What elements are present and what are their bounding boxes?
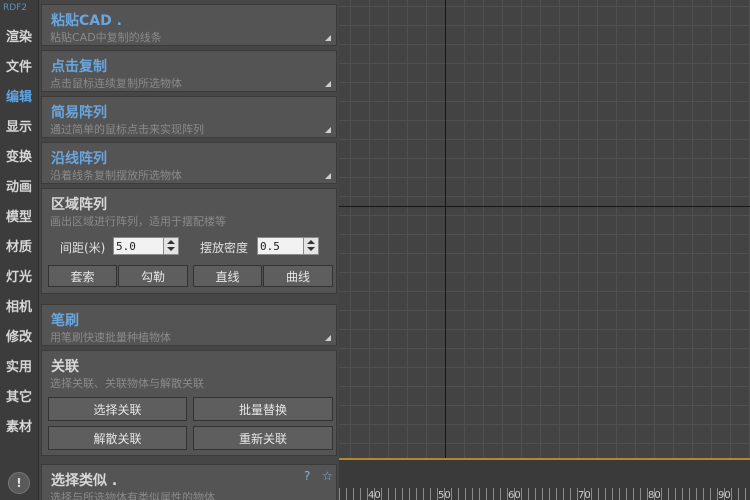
help-icon[interactable]: ? (304, 469, 310, 483)
lasso-button[interactable]: 套索 (48, 265, 117, 287)
outline-button[interactable]: 勾勒 (118, 265, 188, 287)
spacing-input[interactable] (116, 239, 156, 253)
tab-render[interactable]: 渲染 (0, 24, 38, 52)
timeline-ruler[interactable]: 40 50 60 70 80 90 (339, 460, 750, 500)
section-desc: 通过简单的鼠标点击来实现阵列 (50, 123, 204, 136)
section-link: 关联 选择关联、关联物体与解散关联 选择关联 批量替换 解散关联 重新关联 (41, 350, 337, 456)
tab-light[interactable]: 灯光 (0, 264, 38, 292)
tab-modify[interactable]: 修改 (0, 324, 38, 352)
tab-transform[interactable]: 变换 (0, 144, 38, 172)
tab-file[interactable]: 文件 (0, 54, 38, 82)
spacing-spinner[interactable] (113, 237, 179, 255)
density-spinner[interactable] (257, 237, 319, 255)
section-area-array: 区域阵列 画出区域进行阵列，适用于摆配楼等 间距(米) 摆放密度 套索 勾勒 直… (41, 188, 337, 294)
spinner-arrows[interactable] (303, 238, 318, 254)
tab-edit[interactable]: 编辑 (0, 84, 38, 112)
section-desc: 沿着线条复制摆放所选物体 (50, 169, 182, 182)
expand-corner-icon[interactable] (325, 81, 331, 87)
section-desc: 画出区域进行阵列，适用于摆配楼等 (50, 215, 226, 228)
tool-panel: 粘贴CAD . 粘贴CAD中复制的线条 点击复制 点击鼠标连续复制所选物体 简易… (39, 0, 339, 500)
spinner-arrows[interactable] (163, 238, 178, 254)
density-label: 摆放密度 (200, 241, 249, 255)
section-title: 点击复制 (51, 59, 107, 75)
section-desc: 选择关联、关联物体与解散关联 (50, 377, 204, 390)
tab-animation[interactable]: 动画 (0, 174, 38, 202)
tab-material[interactable]: 材质 (0, 234, 38, 262)
section-click-copy[interactable]: 点击复制 点击鼠标连续复制所选物体 (41, 50, 337, 92)
section-desc: 选择与所选物体有类似属性的物体 (50, 491, 215, 500)
section-title: 笔刷 (51, 313, 79, 329)
curve-button[interactable]: 曲线 (263, 265, 333, 287)
section-path-array[interactable]: 沿线阵列 沿着线条复制摆放所选物体 (41, 142, 337, 184)
timeline-label: 80 (648, 490, 661, 500)
section-title: 区域阵列 (51, 197, 107, 213)
line-button[interactable]: 直线 (193, 265, 262, 287)
viewport-axis-vertical (445, 0, 446, 458)
expand-corner-icon[interactable] (325, 335, 331, 341)
section-select-similar[interactable]: 选择类似 . 选择与所选物体有类似属性的物体 ? ☆ (41, 464, 337, 500)
timeline-ticks (339, 488, 750, 500)
brand-label: RDF2 (3, 3, 28, 13)
star-icon[interactable]: ☆ (322, 469, 333, 483)
spin-down-icon[interactable] (307, 247, 315, 251)
section-title: 选择类似 . (51, 473, 118, 489)
section-brush[interactable]: 笔刷 用笔刷快速批量种植物体 (41, 304, 337, 346)
timeline-label: 90 (718, 490, 731, 500)
expand-corner-icon[interactable] (325, 35, 331, 41)
spacing-label: 间距(米) (60, 241, 106, 255)
density-input[interactable] (260, 239, 300, 253)
batch-replace-button[interactable]: 批量替换 (193, 397, 333, 421)
tab-assets[interactable]: 素材 (0, 414, 38, 442)
section-desc: 粘贴CAD中复制的线条 (50, 31, 162, 44)
tab-display[interactable]: 显示 (0, 114, 38, 142)
section-title: 关联 (51, 359, 79, 375)
timeline-label: 70 (578, 490, 591, 500)
section-paste-cad[interactable]: 粘贴CAD . 粘贴CAD中复制的线条 (41, 4, 337, 46)
timeline-label: 40 (368, 490, 381, 500)
section-title: 沿线阵列 (51, 151, 107, 167)
viewport-axis-horizontal (339, 206, 750, 207)
select-linked-button[interactable]: 选择关联 (48, 397, 187, 421)
section-simple-array[interactable]: 简易阵列 通过简单的鼠标点击来实现阵列 (41, 96, 337, 138)
timeline-label: 50 (438, 490, 451, 500)
viewport-grid[interactable] (339, 0, 750, 458)
relink-button[interactable]: 重新关联 (193, 426, 333, 450)
section-title: 粘贴CAD . (51, 13, 122, 29)
tab-other[interactable]: 其它 (0, 384, 38, 412)
spin-up-icon[interactable] (307, 240, 315, 244)
section-desc: 点击鼠标连续复制所选物体 (50, 77, 182, 90)
expand-corner-icon[interactable] (325, 127, 331, 133)
tab-model[interactable]: 模型 (0, 204, 38, 232)
left-tab-bar: RDF2 渲染 文件 编辑 显示 变换 动画 模型 材质 灯光 相机 修改 实用… (0, 0, 39, 500)
timeline-label: 60 (508, 490, 521, 500)
tab-camera[interactable]: 相机 (0, 294, 38, 322)
section-desc: 用笔刷快速批量种植物体 (50, 331, 171, 344)
info-icon[interactable]: ! (8, 472, 30, 494)
expand-corner-icon[interactable] (325, 173, 331, 179)
unlink-button[interactable]: 解散关联 (48, 426, 187, 450)
section-title: 简易阵列 (51, 105, 107, 121)
tab-utilities[interactable]: 实用 (0, 354, 38, 382)
spin-down-icon[interactable] (167, 247, 175, 251)
spin-up-icon[interactable] (167, 240, 175, 244)
